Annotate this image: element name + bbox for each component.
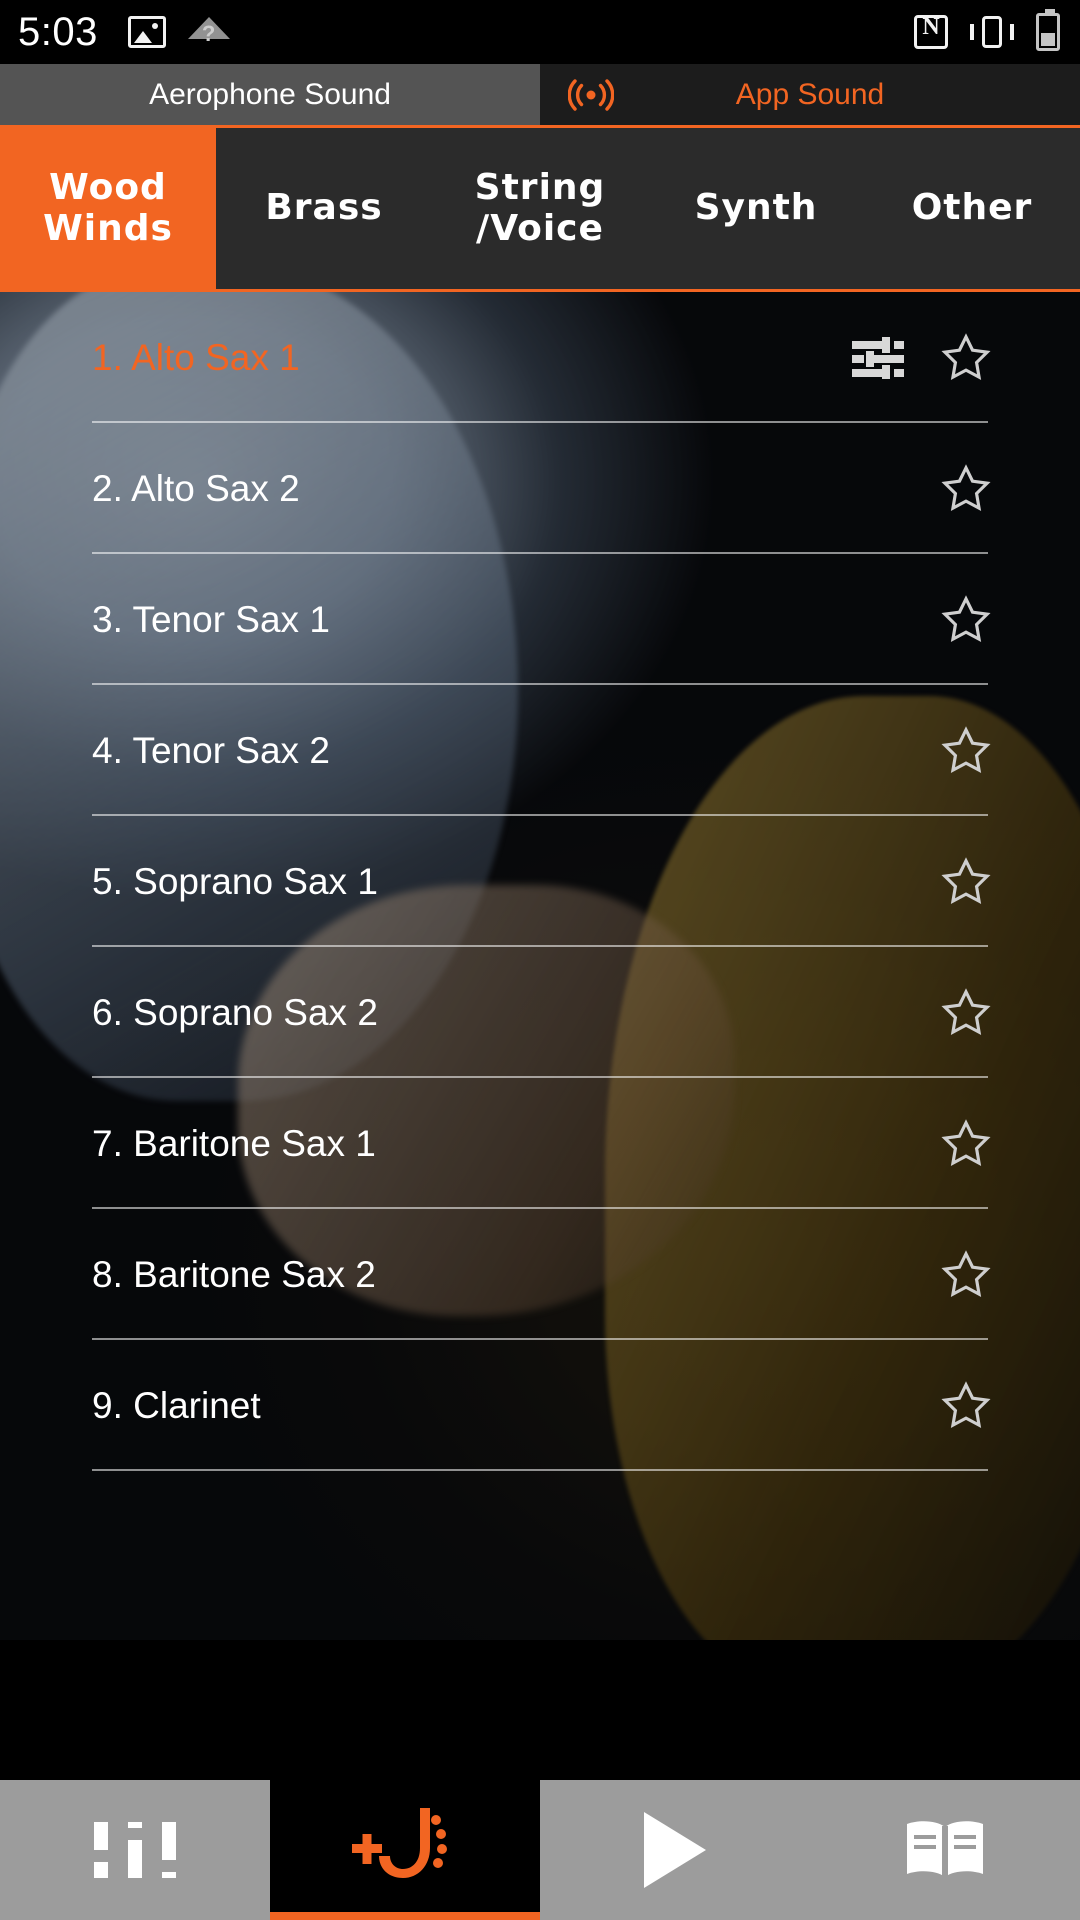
source-tabs: Aerophone Sound App Sound (0, 64, 1080, 128)
image-icon (127, 16, 166, 48)
list-item[interactable]: 6. Soprano Sax 2 (0, 947, 1080, 1078)
bottom-navigation-bar (0, 1780, 1080, 1920)
list-item[interactable]: 7. Baritone Sax 1 (0, 1078, 1080, 1209)
cat-tab-wood-winds[interactable]: Wood Winds (0, 128, 216, 289)
sound-name: 6. Soprano Sax 2 (92, 991, 378, 1033)
tab-app-sound[interactable]: App Sound (540, 64, 1080, 125)
favorite-star-icon[interactable] (938, 724, 994, 778)
cat-tab-wood-winds-label: Wood Winds (43, 167, 173, 249)
favorite-star-icon[interactable] (938, 855, 994, 909)
sound-name: 2. Alto Sax 2 (92, 467, 300, 509)
bottom-tab-play[interactable] (540, 1780, 810, 1920)
list-item[interactable]: 3. Tenor Sax 1 (0, 554, 1080, 685)
cat-tab-synth-label: Synth (694, 187, 818, 229)
status-left-icons: ? (127, 15, 232, 49)
sound-name: 1. Alto Sax 1 (92, 336, 300, 378)
row-icons (938, 1248, 1080, 1302)
list-item[interactable]: 4. Tenor Sax 2 (0, 685, 1080, 816)
row-icons (938, 855, 1080, 909)
cat-tab-other-label: Other (911, 187, 1033, 229)
play-icon (644, 1812, 706, 1888)
cat-tab-brass[interactable]: Brass (216, 128, 432, 289)
favorite-star-icon[interactable] (938, 462, 994, 516)
sound-list: 1. Alto Sax 1 2. Alto Sax 2 3. Tenor Sax… (0, 292, 1080, 1471)
row-icons (852, 331, 1080, 385)
broadcast-icon (567, 78, 615, 112)
list-item[interactable]: 1. Alto Sax 1 (0, 292, 1080, 423)
cat-tab-string-voice[interactable]: String /Voice (432, 128, 648, 289)
sliders-icon (88, 1816, 182, 1884)
sound-name: 5. Soprano Sax 1 (92, 860, 378, 902)
wifi-question-icon: ? (187, 15, 232, 49)
cat-tab-other[interactable]: Other (864, 128, 1080, 289)
favorite-star-icon[interactable] (938, 331, 994, 385)
list-item[interactable]: 8. Baritone Sax 2 (0, 1209, 1080, 1340)
sound-name: 4. Tenor Sax 2 (92, 729, 330, 771)
row-divider (92, 1469, 988, 1471)
bottom-tab-mixer[interactable] (0, 1780, 270, 1920)
favorite-star-icon[interactable] (938, 1379, 994, 1433)
sound-name: 8. Baritone Sax 2 (92, 1253, 376, 1295)
book-icon (902, 1817, 988, 1883)
row-icons (938, 986, 1080, 1040)
nfc-icon (914, 14, 948, 49)
mixer-icon[interactable] (852, 336, 904, 381)
row-icons (938, 1117, 1080, 1171)
favorite-star-icon[interactable] (938, 986, 994, 1040)
sound-name: 9. Clarinet (92, 1384, 261, 1426)
cat-tab-string-voice-label: String /Voice (474, 167, 606, 249)
row-icons (938, 593, 1080, 647)
row-icons (938, 724, 1080, 778)
tab-aerophone-sound-label: Aerophone Sound (149, 77, 391, 111)
sound-name: 7. Baritone Sax 1 (92, 1122, 376, 1164)
vibrate-icon (970, 16, 1014, 48)
sound-name: 3. Tenor Sax 1 (92, 598, 330, 640)
list-item[interactable]: 9. Clarinet (0, 1340, 1080, 1471)
sound-list-area[interactable]: 1. Alto Sax 1 2. Alto Sax 2 3. Tenor Sax… (0, 292, 1080, 1640)
battery-icon (1036, 9, 1060, 51)
list-item[interactable]: 2. Alto Sax 2 (0, 423, 1080, 554)
app-root: 5:03 ? Aerophone Sound App Sound Wood Wi… (0, 0, 1080, 1920)
status-bar: 5:03 ? (0, 0, 1080, 64)
favorite-star-icon[interactable] (938, 1117, 994, 1171)
status-clock: 5:03 (18, 9, 98, 54)
list-item[interactable]: 5. Soprano Sax 1 (0, 816, 1080, 947)
cat-tab-brass-label: Brass (265, 187, 383, 229)
favorite-star-icon[interactable] (938, 593, 994, 647)
sax-plus-icon (350, 1806, 460, 1894)
status-right-icons (914, 0, 1060, 64)
row-icons (938, 462, 1080, 516)
bottom-tab-manual[interactable] (810, 1780, 1080, 1920)
bottom-tab-sound[interactable] (270, 1780, 540, 1920)
cat-tab-synth[interactable]: Synth (648, 128, 864, 289)
category-tabs: Wood Winds Brass String /Voice Synth Oth… (0, 128, 1080, 292)
row-icons (938, 1379, 1080, 1433)
favorite-star-icon[interactable] (938, 1248, 994, 1302)
tab-app-sound-label: App Sound (735, 77, 885, 111)
tab-aerophone-sound[interactable]: Aerophone Sound (0, 64, 540, 125)
